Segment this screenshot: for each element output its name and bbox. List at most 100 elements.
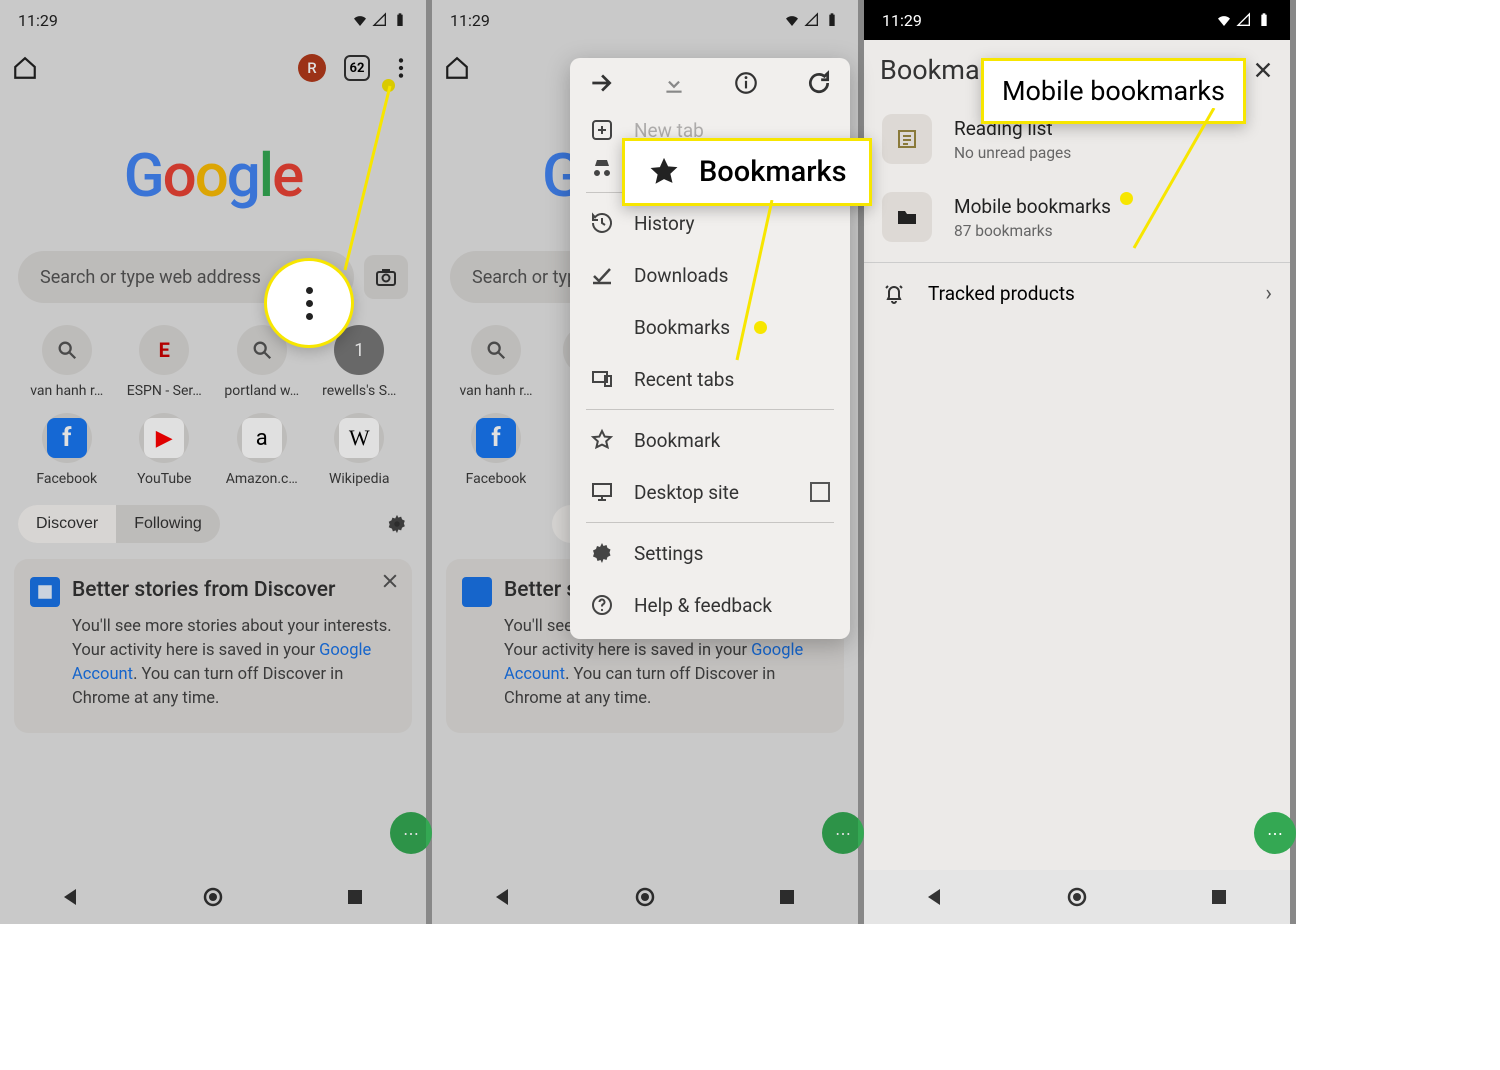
shortcut-tile: f <box>42 413 92 463</box>
forward-icon[interactable] <box>588 70 614 96</box>
menu-bookmarks[interactable]: Bookmarks <box>570 301 850 353</box>
shortcut-item[interactable]: a Amazon.c… <box>213 413 311 487</box>
plus-box-icon <box>590 118 614 142</box>
shortcut-label: van hanh r… <box>30 383 103 399</box>
shortcut-item[interactable]: van hanh r… <box>450 325 542 399</box>
home-nav-icon[interactable] <box>1065 885 1089 909</box>
shortcut-tile: ▶ <box>139 413 189 463</box>
back-icon[interactable] <box>923 885 947 909</box>
feed-tabs-row: Discover Following <box>0 505 426 543</box>
reload-icon[interactable] <box>806 70 832 96</box>
status-time: 11:29 <box>18 11 58 30</box>
tracked-products-label: Tracked products <box>928 282 1243 305</box>
menu-downloads[interactable]: Downloads <box>570 249 850 301</box>
shortcut-label: van hanh r… <box>459 383 532 399</box>
home-icon[interactable] <box>444 55 470 81</box>
desktop-icon <box>590 480 614 504</box>
desktop-checkbox[interactable] <box>810 482 830 502</box>
shortcut-label: Facebook <box>36 471 97 487</box>
shortcut-tile <box>471 325 521 375</box>
callout-bookmarks: Bookmarks <box>622 138 872 206</box>
status-icons <box>784 12 840 28</box>
tabs-button[interactable]: 62 <box>344 55 370 81</box>
discover-icon <box>30 577 60 607</box>
shortcut-label: YouTube <box>137 471 191 487</box>
close-icon[interactable] <box>1252 59 1274 81</box>
shortcut-item[interactable]: ▶ YouTube <box>116 413 214 487</box>
browser-top-bar: R 62 <box>0 40 426 96</box>
profile-avatar[interactable]: R <box>298 54 326 82</box>
mobile-bookmarks-item[interactable]: Mobile bookmarks 87 bookmarks <box>864 178 1290 256</box>
recents-icon[interactable] <box>343 885 367 909</box>
download-check-icon <box>590 263 614 287</box>
incognito-icon <box>590 156 614 180</box>
bell-icon <box>882 282 906 306</box>
recents-icon[interactable] <box>775 885 799 909</box>
mobile-bookmarks-title: Mobile bookmarks <box>954 195 1111 218</box>
home-nav-icon[interactable] <box>201 885 225 909</box>
star-filled-icon <box>590 315 614 339</box>
battery-icon <box>392 12 408 28</box>
fab-button[interactable]: ⋯ <box>390 812 432 854</box>
tab-discover[interactable]: Discover <box>18 505 116 543</box>
status-time: 11:29 <box>450 11 490 30</box>
reading-list-subtitle: No unread pages <box>954 144 1071 162</box>
status-bar: 11:29 <box>432 0 858 40</box>
shortcut-tile: E <box>139 325 189 375</box>
shortcut-item[interactable]: W Wikipedia <box>311 413 409 487</box>
history-icon <box>590 211 614 235</box>
wifi-icon <box>784 12 800 28</box>
signal-icon <box>372 12 388 28</box>
android-nav-bar <box>0 870 426 924</box>
chevron-right-icon: › <box>1265 281 1272 306</box>
shortcut-item[interactable]: f Facebook <box>18 413 116 487</box>
battery-icon <box>1256 12 1272 28</box>
shortcut-item[interactable]: E ESPN - Ser… <box>116 325 214 399</box>
shortcut-tile: f <box>471 413 521 463</box>
menu-desktop-site[interactable]: Desktop site <box>570 466 850 518</box>
menu-settings[interactable]: Settings <box>570 527 850 579</box>
google-logo: Google <box>0 96 426 211</box>
back-icon[interactable] <box>59 885 83 909</box>
home-icon[interactable] <box>12 55 38 81</box>
camera-button[interactable] <box>364 255 408 299</box>
gear-icon <box>590 541 614 565</box>
shortcut-tile <box>42 325 92 375</box>
info-icon[interactable] <box>733 70 759 96</box>
shortcut-tile: a <box>237 413 287 463</box>
star-outline-icon <box>590 428 614 452</box>
shortcut-grid: van hanh r… E ESPN - Ser… portland w… 1 … <box>0 303 426 495</box>
tab-following[interactable]: Following <box>116 505 220 543</box>
callout-mobile-bookmarks: Mobile bookmarks <box>981 58 1246 124</box>
shortcut-label: ESPN - Ser… <box>127 383 202 399</box>
mobile-bookmarks-subtitle: 87 bookmarks <box>954 222 1111 240</box>
status-time: 11:29 <box>882 11 922 30</box>
wifi-icon <box>352 12 368 28</box>
search-row: Search or type web address <box>0 251 426 303</box>
menu-help[interactable]: Help & feedback <box>570 579 850 631</box>
shortcut-label: rewells's S… <box>322 383 396 399</box>
fab-button[interactable]: ⋯ <box>1254 812 1296 854</box>
signal-icon <box>1236 12 1252 28</box>
status-bar: 11:29 <box>0 0 426 40</box>
more-vert-icon[interactable] <box>388 55 414 81</box>
download-icon[interactable] <box>661 70 687 96</box>
home-nav-icon[interactable] <box>633 885 657 909</box>
menu-recent-tabs[interactable]: Recent tabs <box>570 353 850 405</box>
tracked-products-row[interactable]: Tracked products › <box>864 262 1290 324</box>
gear-icon[interactable] <box>386 513 408 535</box>
recents-icon[interactable] <box>1207 885 1231 909</box>
camera-icon <box>374 265 398 289</box>
close-icon[interactable] <box>380 571 400 591</box>
android-nav-bar <box>432 870 858 924</box>
status-icons <box>352 12 408 28</box>
fab-button[interactable]: ⋯ <box>822 812 864 854</box>
battery-icon <box>824 12 840 28</box>
back-icon[interactable] <box>491 885 515 909</box>
shortcut-label: Wikipedia <box>329 471 390 487</box>
shortcut-item[interactable]: van hanh r… <box>18 325 116 399</box>
shortcut-item[interactable]: f Facebook <box>450 413 542 487</box>
shortcut-tile: W <box>334 413 384 463</box>
menu-bookmark-page[interactable]: Bookmark <box>570 414 850 466</box>
wifi-icon <box>1216 12 1232 28</box>
